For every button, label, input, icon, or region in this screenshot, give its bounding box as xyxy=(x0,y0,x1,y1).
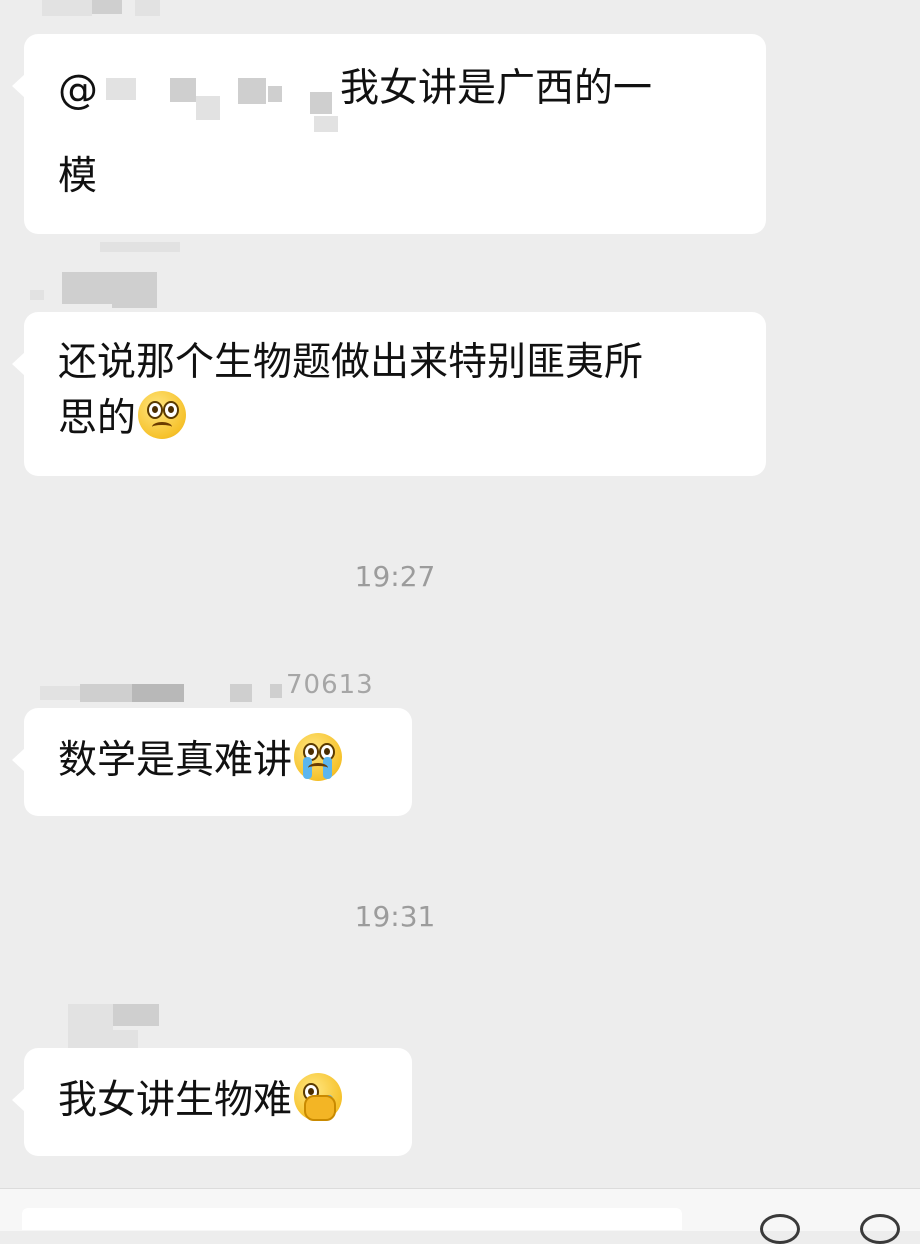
message-bubble-2[interactable]: 还说那个生物题做出来特别匪夷所 思的 xyxy=(12,312,766,476)
message-bubble-1[interactable]: @ 我女讲是广西的一 模 xyxy=(12,34,766,234)
message-text: 我女讲是广西的一 xyxy=(340,66,653,111)
message-text-line2: 模 xyxy=(58,154,98,199)
timestamp: 19:31 xyxy=(354,900,436,933)
face-palm-icon xyxy=(294,1073,343,1121)
add-more-icon[interactable] xyxy=(860,1214,900,1244)
sender-name-fragment: 70613 xyxy=(286,670,374,700)
emoji-picker-icon[interactable] xyxy=(760,1214,800,1244)
woozy-pleading-face-icon xyxy=(138,391,187,440)
message-bubble-4[interactable]: 我女讲生物难 xyxy=(12,1048,412,1156)
message-text-line2: 思的 xyxy=(58,396,137,442)
message-text: 还说那个生物题做出来特别匪夷所 xyxy=(58,340,644,385)
message-text: 我女讲生物难 xyxy=(58,1078,293,1123)
chat-input-field[interactable] xyxy=(22,1208,682,1230)
message-text: 数学是真难讲 xyxy=(58,738,293,783)
message-bubble-3[interactable]: 数学是真难讲 xyxy=(12,708,412,816)
crying-face-icon xyxy=(294,733,343,781)
timestamp: 19:27 xyxy=(354,560,436,593)
mention-at-sign: @ xyxy=(58,67,98,113)
